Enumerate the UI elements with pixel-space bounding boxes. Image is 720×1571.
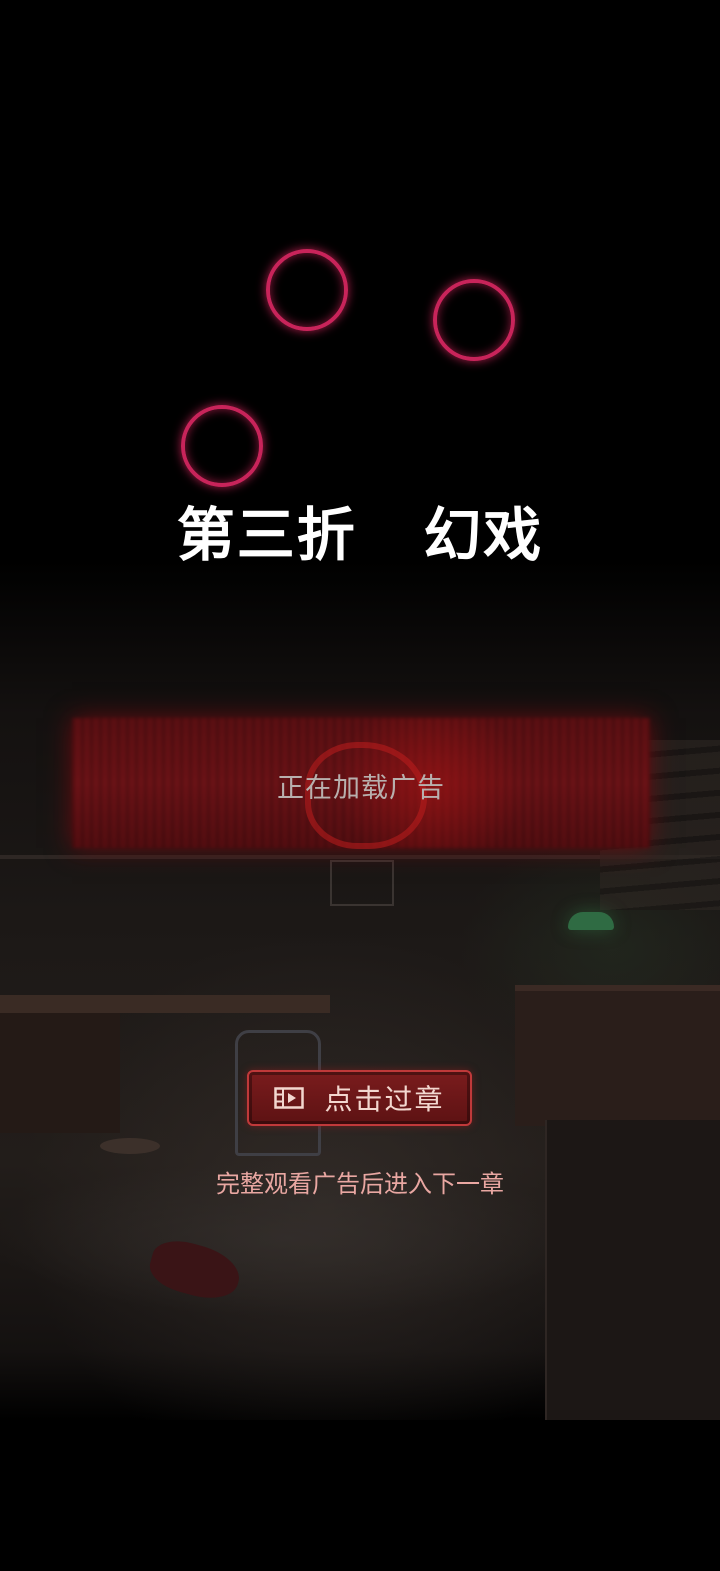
cabinet (515, 985, 720, 1126)
skip-button-label: 点击过章 (324, 1083, 445, 1116)
chapter-title: 第三折 幻戏 (176, 501, 544, 569)
skip-chapter-button[interactable]: 点击过章 (247, 1070, 472, 1126)
ad-loading-text: 正在加载广告 (277, 773, 445, 804)
glowing-ring-icon (433, 279, 515, 361)
film-icon (274, 1087, 305, 1109)
workbench-body (0, 1013, 120, 1133)
green-lamp (568, 912, 614, 930)
game-scene: 第三折 幻戏 正在加载广告 点击过章 完整观看广告后进入下一章 (0, 0, 720, 1571)
glowing-ring-icon (181, 405, 263, 487)
stool (100, 1138, 160, 1154)
wall-frame (330, 860, 394, 906)
skip-hint-text: 完整观看广告后进入下一章 (216, 1170, 504, 1198)
workbench-top (0, 995, 330, 1013)
glowing-ring-icon (266, 249, 348, 331)
